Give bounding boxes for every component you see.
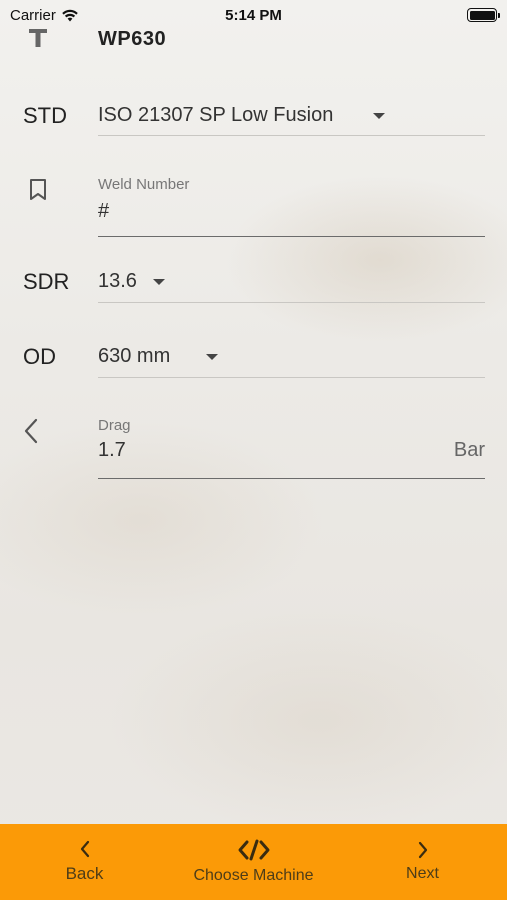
text-format-icon[interactable] [28, 28, 48, 48]
sdr-row: SDR 13.6 [0, 262, 507, 304]
sdr-label: SDR [23, 269, 70, 294]
back-button[interactable]: Back [0, 824, 169, 900]
std-label: STD [23, 103, 67, 128]
status-left: Carrier [10, 7, 79, 24]
sdr-value: 13.6 [98, 270, 137, 292]
drag-caption: Drag [98, 417, 131, 434]
chevron-left-icon [80, 840, 89, 858]
next-label: Next [406, 865, 439, 882]
drag-field[interactable]: Drag 1.7 Bar [98, 410, 485, 479]
od-label: OD [23, 344, 56, 369]
od-dropdown-icon [206, 354, 218, 360]
weld-number-field[interactable]: Weld Number # [98, 168, 485, 237]
od-select[interactable]: 630 mm [98, 337, 485, 378]
std-select[interactable]: ISO 21307 SP Low Fusion [98, 95, 485, 136]
next-button[interactable]: Next [338, 824, 507, 900]
bottom-nav-bar: Back Choose Machine Next [0, 824, 507, 900]
sdr-dropdown-icon [153, 279, 165, 285]
weld-number-row: Weld Number # [0, 168, 507, 238]
weld-number-caption: Weld Number [98, 176, 190, 193]
drag-row: Drag 1.7 Bar [0, 410, 507, 480]
page-title: WP630 [98, 28, 167, 50]
chevron-left-icon[interactable] [22, 417, 40, 445]
wifi-icon [62, 9, 78, 21]
od-row: OD 630 mm [0, 337, 507, 379]
choose-machine-button[interactable]: Choose Machine [169, 824, 338, 900]
choose-machine-label: Choose Machine [193, 867, 314, 884]
carrier-label: Carrier [10, 6, 56, 24]
battery-icon [467, 8, 500, 22]
chevron-right-icon [418, 841, 427, 859]
std-value: ISO 21307 SP Low Fusion [98, 104, 334, 126]
std-dropdown-icon [373, 113, 385, 119]
drag-value: 1.7 [98, 439, 126, 461]
header-row: WP630 [0, 26, 507, 54]
od-value: 630 mm [98, 345, 171, 367]
bookmark-icon [30, 179, 46, 200]
weld-number-value: # [98, 200, 110, 222]
std-row: STD ISO 21307 SP Low Fusion [0, 95, 507, 137]
sdr-select[interactable]: 13.6 [98, 262, 485, 303]
drag-unit: Bar [453, 439, 485, 461]
back-label: Back [65, 864, 104, 883]
machine-code-icon [238, 839, 269, 861]
